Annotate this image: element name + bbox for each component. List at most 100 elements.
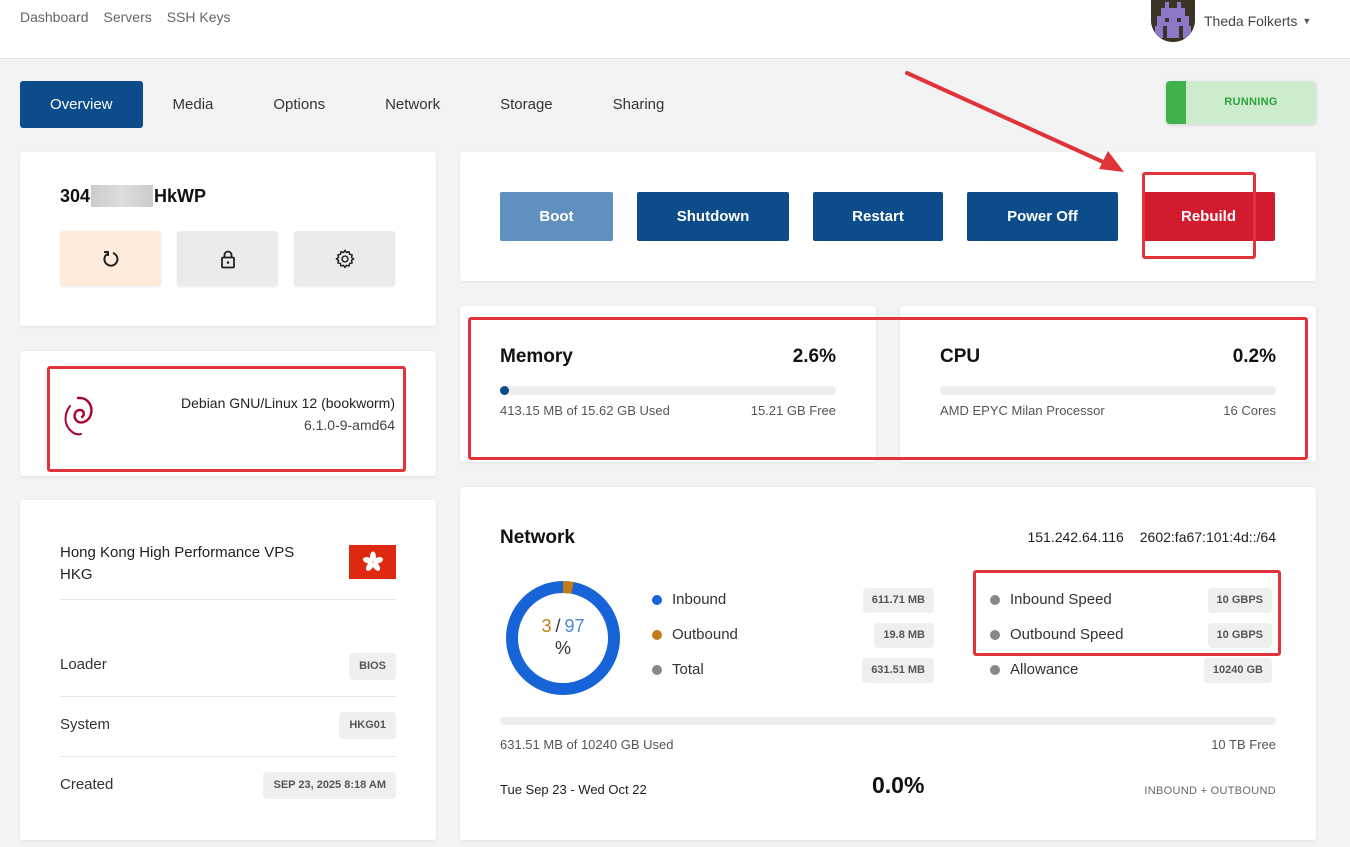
bandwidth-percent: 0.0% xyxy=(872,772,925,798)
inbound-speed-label: Inbound Speed xyxy=(1010,591,1112,608)
nav-dashboard[interactable]: Dashboard xyxy=(20,9,89,25)
hong-kong-flag-icon xyxy=(349,545,396,579)
tab-options[interactable]: Options xyxy=(243,81,355,128)
location-card: Hong Kong High Performance VPS HKG Loade… xyxy=(20,500,436,840)
outbound-dot-icon xyxy=(652,629,662,640)
total-value: 631.51 MB xyxy=(862,658,934,683)
billing-period: Tue Sep 23 - Wed Oct 22 xyxy=(500,782,647,797)
divider xyxy=(60,696,396,697)
network-title: Network xyxy=(500,527,575,548)
memory-progress-fill xyxy=(500,386,509,395)
avatar xyxy=(1151,0,1195,42)
network-ips: 151.242.64.116 2602:fa67:101:4d::/64 xyxy=(1027,529,1276,545)
boot-button[interactable]: Boot xyxy=(500,192,613,241)
tab-sharing[interactable]: Sharing xyxy=(583,81,695,128)
allowance-legend: Allowance xyxy=(990,661,1078,678)
restart-button[interactable]: Restart xyxy=(813,192,943,241)
memory-progress xyxy=(500,386,836,395)
memory-percent: 2.6% xyxy=(792,346,836,367)
donut-outbound-value: 3 xyxy=(541,616,552,636)
outbound-value: 19.8 MB xyxy=(874,623,934,648)
divider xyxy=(60,599,396,600)
inbound-value: 611.71 MB xyxy=(862,588,934,613)
total-dot-icon xyxy=(652,664,662,675)
os-name: Debian GNU/Linux 12 (bookworm) xyxy=(181,395,395,411)
server-tabs: Overview Media Options Network Storage S… xyxy=(20,81,694,128)
divider xyxy=(60,756,396,757)
total-label: Total xyxy=(672,661,704,678)
outbound-speed-value: 10 GBPS xyxy=(1207,623,1272,648)
loader-label: Loader xyxy=(60,656,107,673)
user-name: Theda Folkerts xyxy=(1204,13,1298,29)
ipv4-address: 151.242.64.116 xyxy=(1027,529,1124,545)
gear-icon xyxy=(335,249,354,268)
user-menu[interactable]: Theda Folkerts ▼ xyxy=(1151,0,1311,42)
debian-logo-icon xyxy=(64,396,93,436)
system-badge: HKG01 xyxy=(339,712,396,739)
created-badge: SEP 23, 2025 8:18 AM xyxy=(263,772,396,799)
status-badge: RUNNING xyxy=(1166,81,1316,124)
donut-label: 3/97 % xyxy=(505,615,621,659)
allowance-dot-icon xyxy=(990,664,1000,675)
outbound-speed-dot-icon xyxy=(990,629,1000,640)
outbound-label: Outbound xyxy=(672,626,738,643)
status-text: RUNNING xyxy=(1224,96,1278,108)
memory-card: Memory 2.6% 413.15 MB of 15.62 GB Used 1… xyxy=(460,306,876,462)
outbound-legend: Outbound xyxy=(652,626,738,643)
server-card: 304 HkWP xyxy=(20,152,436,326)
tab-storage[interactable]: Storage xyxy=(470,81,583,128)
system-label: System xyxy=(60,716,111,733)
cpu-title: CPU xyxy=(940,346,981,367)
rebuild-button[interactable]: Rebuild xyxy=(1142,192,1275,241)
memory-title: Memory xyxy=(500,346,573,367)
power-off-button[interactable]: Power Off xyxy=(967,192,1118,241)
network-card: Network 151.242.64.116 2602:fa67:101:4d::… xyxy=(460,487,1316,840)
chevron-down-icon: ▼ xyxy=(1302,16,1312,26)
server-name: 304 HkWP xyxy=(60,185,206,207)
tab-media[interactable]: Media xyxy=(143,81,244,128)
cpu-percent: 0.2% xyxy=(1232,346,1276,367)
annotation-arrow-icon xyxy=(905,71,1124,172)
nav-servers[interactable]: Servers xyxy=(104,9,152,25)
settings-button[interactable] xyxy=(294,231,395,286)
os-card: Debian GNU/Linux 12 (bookworm) 6.1.0-9-a… xyxy=(20,351,436,476)
top-bar: Dashboard Servers SSH Keys Theda Folkert… xyxy=(0,0,1350,59)
nav-ssh-keys[interactable]: SSH Keys xyxy=(167,9,231,25)
cpu-card: CPU 0.2% AMD EPYC Milan Processor 16 Cor… xyxy=(900,306,1316,462)
refresh-icon xyxy=(102,250,118,267)
outbound-speed-label: Outbound Speed xyxy=(1010,626,1124,643)
donut-inbound-value: 97 xyxy=(564,616,585,636)
allowance-label: Allowance xyxy=(1010,661,1079,678)
loader-badge: BIOS xyxy=(349,653,396,680)
tab-network[interactable]: Network xyxy=(355,81,470,128)
os-kernel: 6.1.0-9-amd64 xyxy=(303,417,395,433)
created-label: Created xyxy=(60,776,114,793)
bandwidth-scope: INBOUND + OUTBOUND xyxy=(1144,785,1276,797)
server-name-suffix: HkWP xyxy=(154,185,207,206)
donut-separator: / xyxy=(555,616,561,636)
inbound-legend: Inbound xyxy=(652,591,726,608)
ipv6-address: 2602:fa67:101:4d::/64 xyxy=(1139,529,1276,545)
cpu-model: AMD EPYC Milan Processor xyxy=(940,403,1105,418)
bandwidth-progress xyxy=(500,717,1276,725)
donut-unit: % xyxy=(554,638,571,658)
memory-used: 413.15 MB of 15.62 GB Used xyxy=(500,403,670,418)
memory-free: 15.21 GB Free xyxy=(750,403,836,418)
inbound-label: Inbound xyxy=(672,591,727,608)
shutdown-button[interactable]: Shutdown xyxy=(637,192,789,241)
inbound-speed-legend: Inbound Speed xyxy=(990,591,1112,608)
lock-icon xyxy=(220,250,235,268)
cpu-progress xyxy=(940,386,1276,395)
inbound-speed-value: 10 GBPS xyxy=(1207,588,1272,613)
allowance-value: 10240 GB xyxy=(1203,658,1272,683)
top-nav: Dashboard Servers SSH Keys xyxy=(20,9,231,25)
tab-overview[interactable]: Overview xyxy=(20,81,143,128)
inbound-dot-icon xyxy=(652,594,662,605)
cpu-cores: 16 Cores xyxy=(1223,403,1276,418)
status-indicator xyxy=(1166,81,1186,124)
total-legend: Total xyxy=(652,661,704,678)
password-button[interactable] xyxy=(177,231,278,286)
redacted-block xyxy=(91,185,154,207)
reinstall-button[interactable] xyxy=(60,231,161,286)
power-card: Boot Shutdown Restart Power Off Rebuild xyxy=(460,152,1316,281)
